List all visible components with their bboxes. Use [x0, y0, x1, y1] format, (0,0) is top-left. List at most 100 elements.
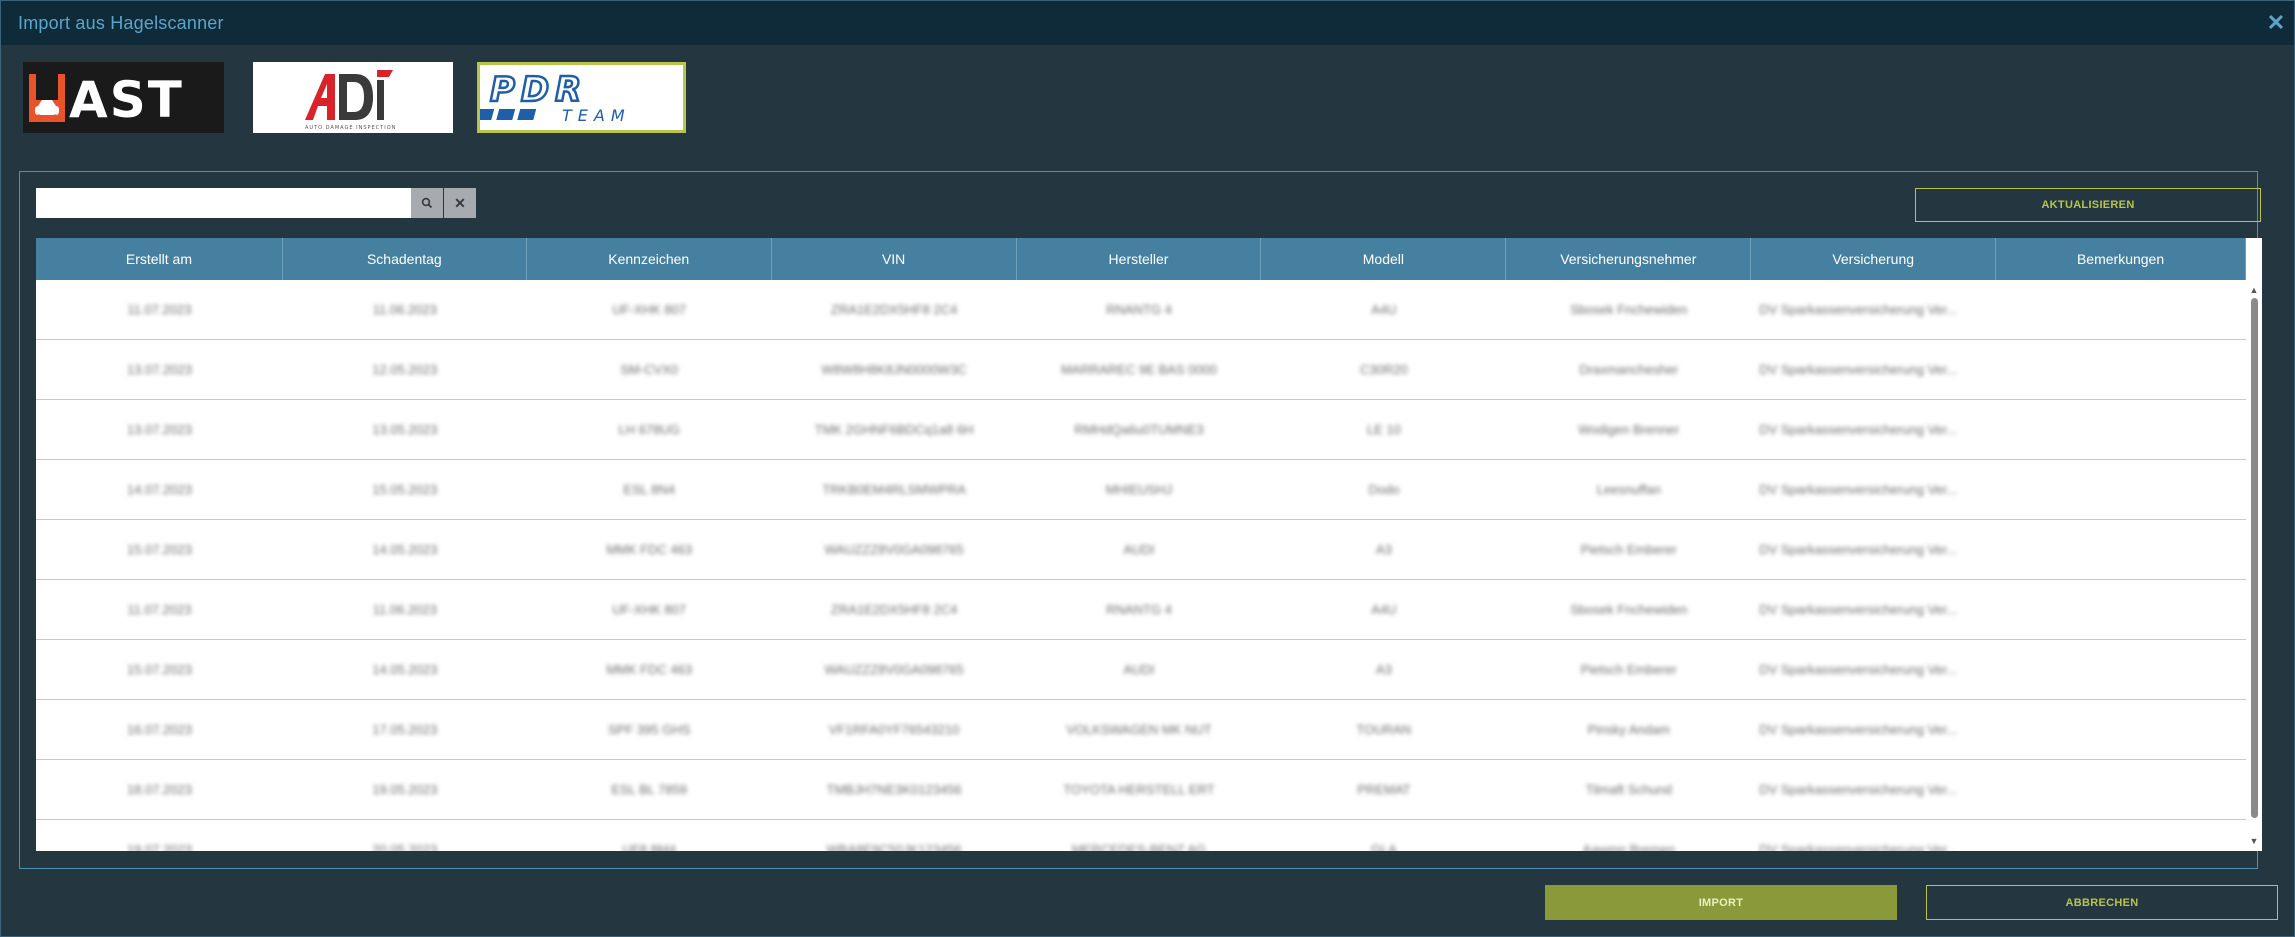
table-row[interactable]: 13.07.2023 13.05.2023 LH 678UG TMK 2GHNF6BD…	[36, 400, 2246, 460]
table-cell: Aawmn Bremen	[1582, 842, 1676, 851]
table-cell: Dodo	[1368, 482, 1400, 497]
table-cell: 14.05.2023	[372, 542, 438, 557]
table-cell: 16.07.2023	[126, 722, 192, 737]
table-cell: MERCEDES-BENZ AG	[1071, 842, 1207, 851]
table-cell: AUDI	[1123, 542, 1155, 557]
hast-logo[interactable]: AST	[23, 62, 224, 133]
table-cell: 19.07.2023	[126, 842, 192, 851]
table-row[interactable]: 11.07.2023 11.06.2023 UF-XHK 807 ZRA1E2DX5H…	[36, 580, 2246, 640]
table-cell: 11.06.2023	[372, 302, 437, 317]
table-cell: 18.07.2023	[126, 782, 192, 797]
table-cell: 15.07.2023	[126, 662, 192, 677]
table-cell	[1996, 640, 2246, 699]
table-cell: Pietsch Emberer	[1580, 662, 1677, 677]
table-cell: A4U	[1371, 302, 1397, 317]
dialog-title: Import aus Hagelscanner	[18, 13, 224, 33]
table-cell: Pietsch Emberer	[1580, 542, 1677, 557]
table-cell: WAUZZZ8V0GA098765	[824, 662, 964, 677]
clear-search-button[interactable]: ✕	[444, 188, 476, 218]
refresh-button[interactable]: AKTUALISIEREN	[1915, 188, 2261, 222]
search-input[interactable]	[36, 188, 411, 218]
table-cell: TMBJH7NE3K0123456	[826, 782, 962, 797]
table-cell: TMK 2GHNF6BDCq1a8 6H	[814, 422, 974, 437]
table-cell: DV Sparkassenversicherung Ver...	[1759, 422, 1958, 437]
table-cell: UF-XHK 807	[612, 302, 687, 317]
scrollbar-thumb[interactable]	[2251, 298, 2258, 818]
column-header[interactable]: VIN	[772, 238, 1017, 280]
table-cell	[1996, 820, 2246, 851]
table-row[interactable]: 15.07.2023 14.05.2023 MMK FDC 463 WAUZZZ8V0…	[36, 640, 2246, 700]
table-cell: W8W8H8K8JN0000W3C	[821, 362, 967, 377]
close-icon[interactable]: ✕	[2266, 12, 2286, 34]
table-cell: 13.05.2023	[372, 422, 438, 437]
table-cell: SPF 395 GHS	[608, 722, 691, 737]
column-header[interactable]: Bemerkungen	[1996, 238, 2246, 280]
table-cell: 13.07.2023	[126, 422, 192, 437]
table-cell: WAUZZZ8V0GA098765	[824, 542, 964, 557]
svg-text:AST: AST	[69, 71, 184, 129]
table-cell: DV Sparkassenversicherung Ver...	[1759, 602, 1958, 617]
table-cell: 11.06.2023	[372, 602, 437, 617]
table-row[interactable]: 19.07.2023 20.05.2023 UF8 8M4 WBA8E9C50JK12…	[36, 820, 2246, 851]
table-cell: Draxmanchesher	[1579, 362, 1679, 377]
table-row[interactable]: 14.07.2023 15.05.2023 ESL 8N4 TRKB0EM4RLSMW…	[36, 460, 2246, 520]
table-cell: VF1RFA0YF76543210	[828, 722, 960, 737]
table-cell: MHIEUSHJ	[1105, 482, 1173, 497]
table-cell: Sbosek Fnchewiden	[1570, 302, 1688, 317]
scroll-down-icon[interactable]: ▼	[2249, 836, 2259, 846]
results-table: Erstellt am Schadentag Kennzeichen VIN Herst…	[36, 238, 2262, 851]
table-cell: TOYOTA HERSTELL ERT	[1063, 782, 1215, 797]
adi-logo[interactable]: AUTO DAMAGE INSPECTION	[253, 62, 453, 133]
column-header[interactable]: Hersteller	[1017, 238, 1262, 280]
column-header[interactable]: Schadentag	[283, 238, 527, 280]
pdr-team-logo[interactable]: PDR TEAM	[475, 62, 686, 133]
table-body: 11.07.2023 11.06.2023 UF-XHK 807 ZRA1E2DX5H…	[36, 280, 2246, 851]
table-cell: 15.07.2023	[126, 542, 192, 557]
table-cell	[1996, 520, 2246, 579]
table-cell: ESL 8N4	[623, 482, 675, 497]
table-cell: C30R20	[1360, 362, 1408, 377]
table-cell: MMK FDC 463	[606, 542, 693, 557]
table-cell: DV Sparkassenversicherung Ver...	[1759, 542, 1958, 557]
table-cell: Pinsky Andam	[1587, 722, 1670, 737]
svg-text:PDR: PDR	[490, 70, 587, 110]
column-header[interactable]: Erstellt am	[36, 238, 283, 280]
table-cell: DV Sparkassenversicherung Ver...	[1759, 662, 1958, 677]
table-row[interactable]: 18.07.2023 19.05.2023 ESL BL 7859 TMBJH7NE3…	[36, 760, 2246, 820]
scroll-up-icon[interactable]: ▲	[2249, 285, 2259, 295]
table-cell: 14.07.2023	[126, 482, 192, 497]
cancel-button[interactable]: ABBRECHEN	[1926, 885, 2278, 920]
search-button[interactable]	[411, 188, 443, 218]
import-button[interactable]: IMPORT	[1545, 885, 1897, 920]
table-cell: DV Sparkassenversicherung Ver...	[1759, 362, 1958, 377]
table-row[interactable]: 13.07.2023 12.05.2023 SM-CVX0 W8W8H8K8JN000…	[36, 340, 2246, 400]
table-cell: TRKB0EM4RLSMWPRA	[822, 482, 966, 497]
table-cell: 15.05.2023	[372, 482, 438, 497]
column-header[interactable]: Versicherungsnehmer	[1506, 238, 1752, 280]
import-dialog: Import aus Hagelscanner ✕ AST AUTO DAMAG…	[0, 0, 2295, 937]
table-row[interactable]: 15.07.2023 14.05.2023 MMK FDC 463 WAUZZZ8V0…	[36, 520, 2246, 580]
table-cell: ZRA1E2DX5HF8 2C4	[830, 602, 958, 617]
table-cell: DV Sparkassenversicherung Ver...	[1759, 482, 1958, 497]
table-cell: 20.05.2023	[372, 842, 438, 851]
table-cell	[1996, 700, 2246, 759]
column-header[interactable]: Modell	[1261, 238, 1507, 280]
table-cell: LE 10	[1366, 422, 1401, 437]
table-cell: A3	[1375, 662, 1392, 677]
table-row[interactable]: 11.07.2023 11.06.2023 UF-XHK 807 ZRA1E2DX5H…	[36, 280, 2246, 340]
table-header: Erstellt am Schadentag Kennzeichen VIN Herst…	[36, 238, 2246, 280]
table-cell: WBA8E9C50JK123456	[826, 842, 962, 851]
table-cell: Leesnuffan	[1596, 482, 1661, 497]
table-cell: Tilmaft Schund	[1585, 782, 1672, 797]
table-cell: 19.05.2023	[372, 782, 438, 797]
table-row[interactable]: 16.07.2023 17.05.2023 SPF 395 GHS VF1RFA0YF…	[36, 700, 2246, 760]
table-scrollbar[interactable]: ▲ ▼	[2246, 280, 2262, 851]
column-header[interactable]: Kennzeichen	[527, 238, 772, 280]
table-cell	[1996, 460, 2246, 519]
table-cell	[1996, 280, 2246, 339]
table-cell: DV Sparkassenversicherung Ver...	[1759, 782, 1958, 797]
table-cell: TOURAN	[1356, 722, 1412, 737]
title-bar: Import aus Hagelscanner ✕	[1, 1, 2294, 45]
table-cell: MARRAREC 9E BAS 0000	[1060, 362, 1218, 377]
column-header[interactable]: Versicherung	[1751, 238, 1997, 280]
